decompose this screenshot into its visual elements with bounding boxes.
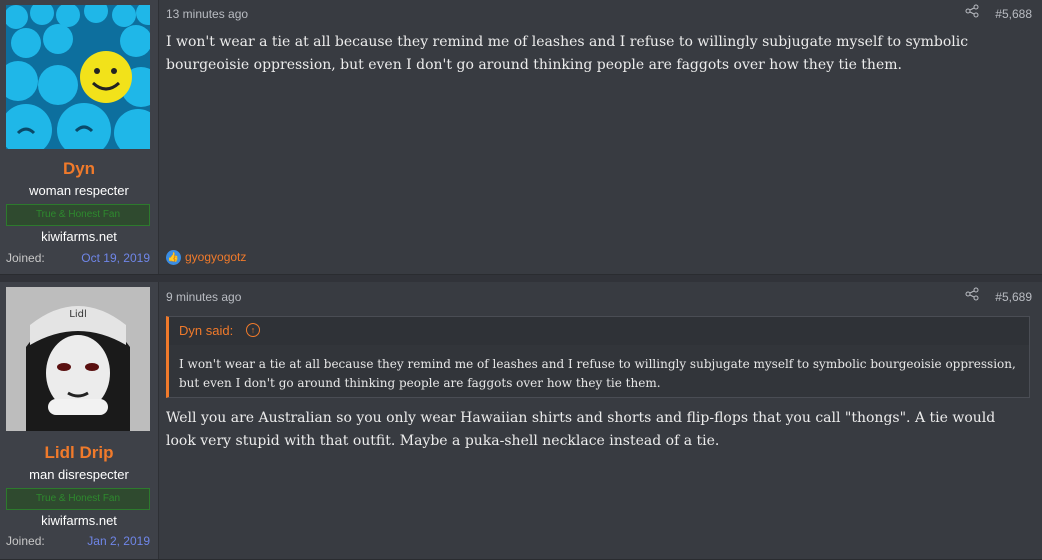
joined-date: Oct 19, 2019 bbox=[81, 251, 150, 265]
username[interactable]: Lidl Drip bbox=[0, 443, 158, 463]
user-site: kiwifarms.net bbox=[41, 513, 117, 528]
user-title: man disrespecter bbox=[29, 467, 129, 482]
post-number[interactable]: #5,688 bbox=[995, 7, 1032, 21]
svg-text:Lidl: Lidl bbox=[69, 309, 86, 320]
joined-date: Jan 2, 2019 bbox=[87, 534, 150, 548]
post-time[interactable]: 9 minutes ago bbox=[166, 290, 241, 304]
arrow-up-icon[interactable]: ↑ bbox=[246, 323, 260, 337]
post-time[interactable]: 13 minutes ago bbox=[166, 7, 248, 21]
post-body: Well you are Australian so you only wear… bbox=[166, 410, 996, 449]
username[interactable]: Dyn bbox=[0, 159, 158, 179]
quote-header: Dyn said: ↑ bbox=[169, 317, 1029, 345]
share-icon[interactable] bbox=[965, 287, 979, 304]
joined-label: Joined: bbox=[6, 534, 45, 548]
user-title: woman respecter bbox=[29, 183, 129, 198]
avatar[interactable]: Lidl bbox=[6, 287, 150, 431]
reaction-user[interactable]: gyogyogotz bbox=[185, 250, 246, 264]
post: Dyn woman respecter True & Honest Fan ki… bbox=[0, 0, 1042, 275]
share-icon[interactable] bbox=[965, 4, 979, 21]
user-sidebar: Lidl Lidl Drip man disrespecter True & H… bbox=[0, 282, 159, 559]
like-icon: 👍 bbox=[166, 250, 181, 265]
avatar[interactable] bbox=[6, 5, 150, 149]
user-sidebar: Dyn woman respecter True & Honest Fan ki… bbox=[0, 0, 159, 274]
user-banner: True & Honest Fan bbox=[6, 488, 150, 510]
user-site: kiwifarms.net bbox=[41, 229, 117, 244]
quote-block: Dyn said: ↑ I won't wear a tie at all be… bbox=[166, 316, 1030, 398]
quote-text: I won't wear a tie at all because they r… bbox=[179, 357, 1016, 390]
post-number[interactable]: #5,689 bbox=[995, 290, 1032, 304]
quote-attribution[interactable]: Dyn said: bbox=[179, 323, 233, 338]
user-banner: True & Honest Fan bbox=[6, 204, 150, 226]
post-body: I won't wear a tie at all because they r… bbox=[166, 34, 969, 73]
joined-label: Joined: bbox=[6, 251, 45, 265]
